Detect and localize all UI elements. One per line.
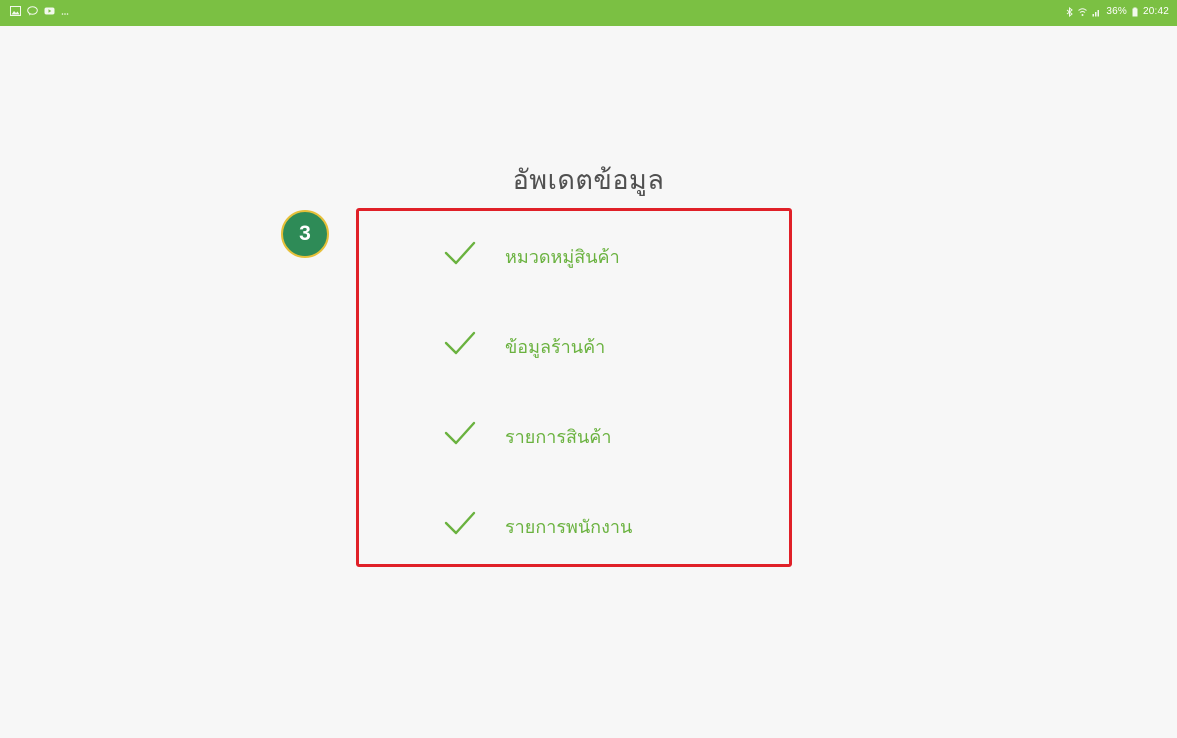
list-item: ข้อมูลร้านค้า [443, 322, 773, 412]
system-status: 36% 20:42 [1066, 6, 1169, 17]
clock: 20:42 [1142, 6, 1169, 17]
status-bar: 36% 20:42 [0, 0, 1177, 26]
item-label-store-info: ข้อมูลร้านค้า [505, 337, 606, 358]
step-number-badge: 3 [281, 210, 329, 258]
list-item: รายการพนักงาน [443, 502, 773, 592]
list-item: รายการสินค้า [443, 412, 773, 502]
list-item: หมวดหมู่สินค้า [443, 232, 773, 322]
item-label-products: รายการสินค้า [505, 427, 612, 448]
check-icon [443, 418, 477, 448]
gallery-icon [10, 6, 21, 16]
item-label-categories: หมวดหมู่สินค้า [505, 247, 620, 268]
battery-icon [1132, 7, 1138, 17]
youtube-icon [44, 6, 55, 16]
battery-percent: 36% [1106, 6, 1127, 17]
more-notifications-icon [61, 6, 69, 16]
page-title: อัพเดตข้อมูล [512, 165, 665, 196]
chat-icon [27, 6, 38, 16]
check-icon [443, 238, 477, 268]
wifi-icon [1078, 7, 1088, 17]
item-label-employees: รายการพนักงาน [505, 517, 633, 538]
signal-icon [1092, 7, 1101, 17]
check-icon [443, 508, 477, 538]
bluetooth-icon [1066, 6, 1074, 17]
check-icon [443, 328, 477, 358]
notification-icons [10, 6, 69, 16]
update-item-list: หมวดหมู่สินค้า ข้อมูลร้านค้า รายการสินค้… [443, 232, 773, 592]
